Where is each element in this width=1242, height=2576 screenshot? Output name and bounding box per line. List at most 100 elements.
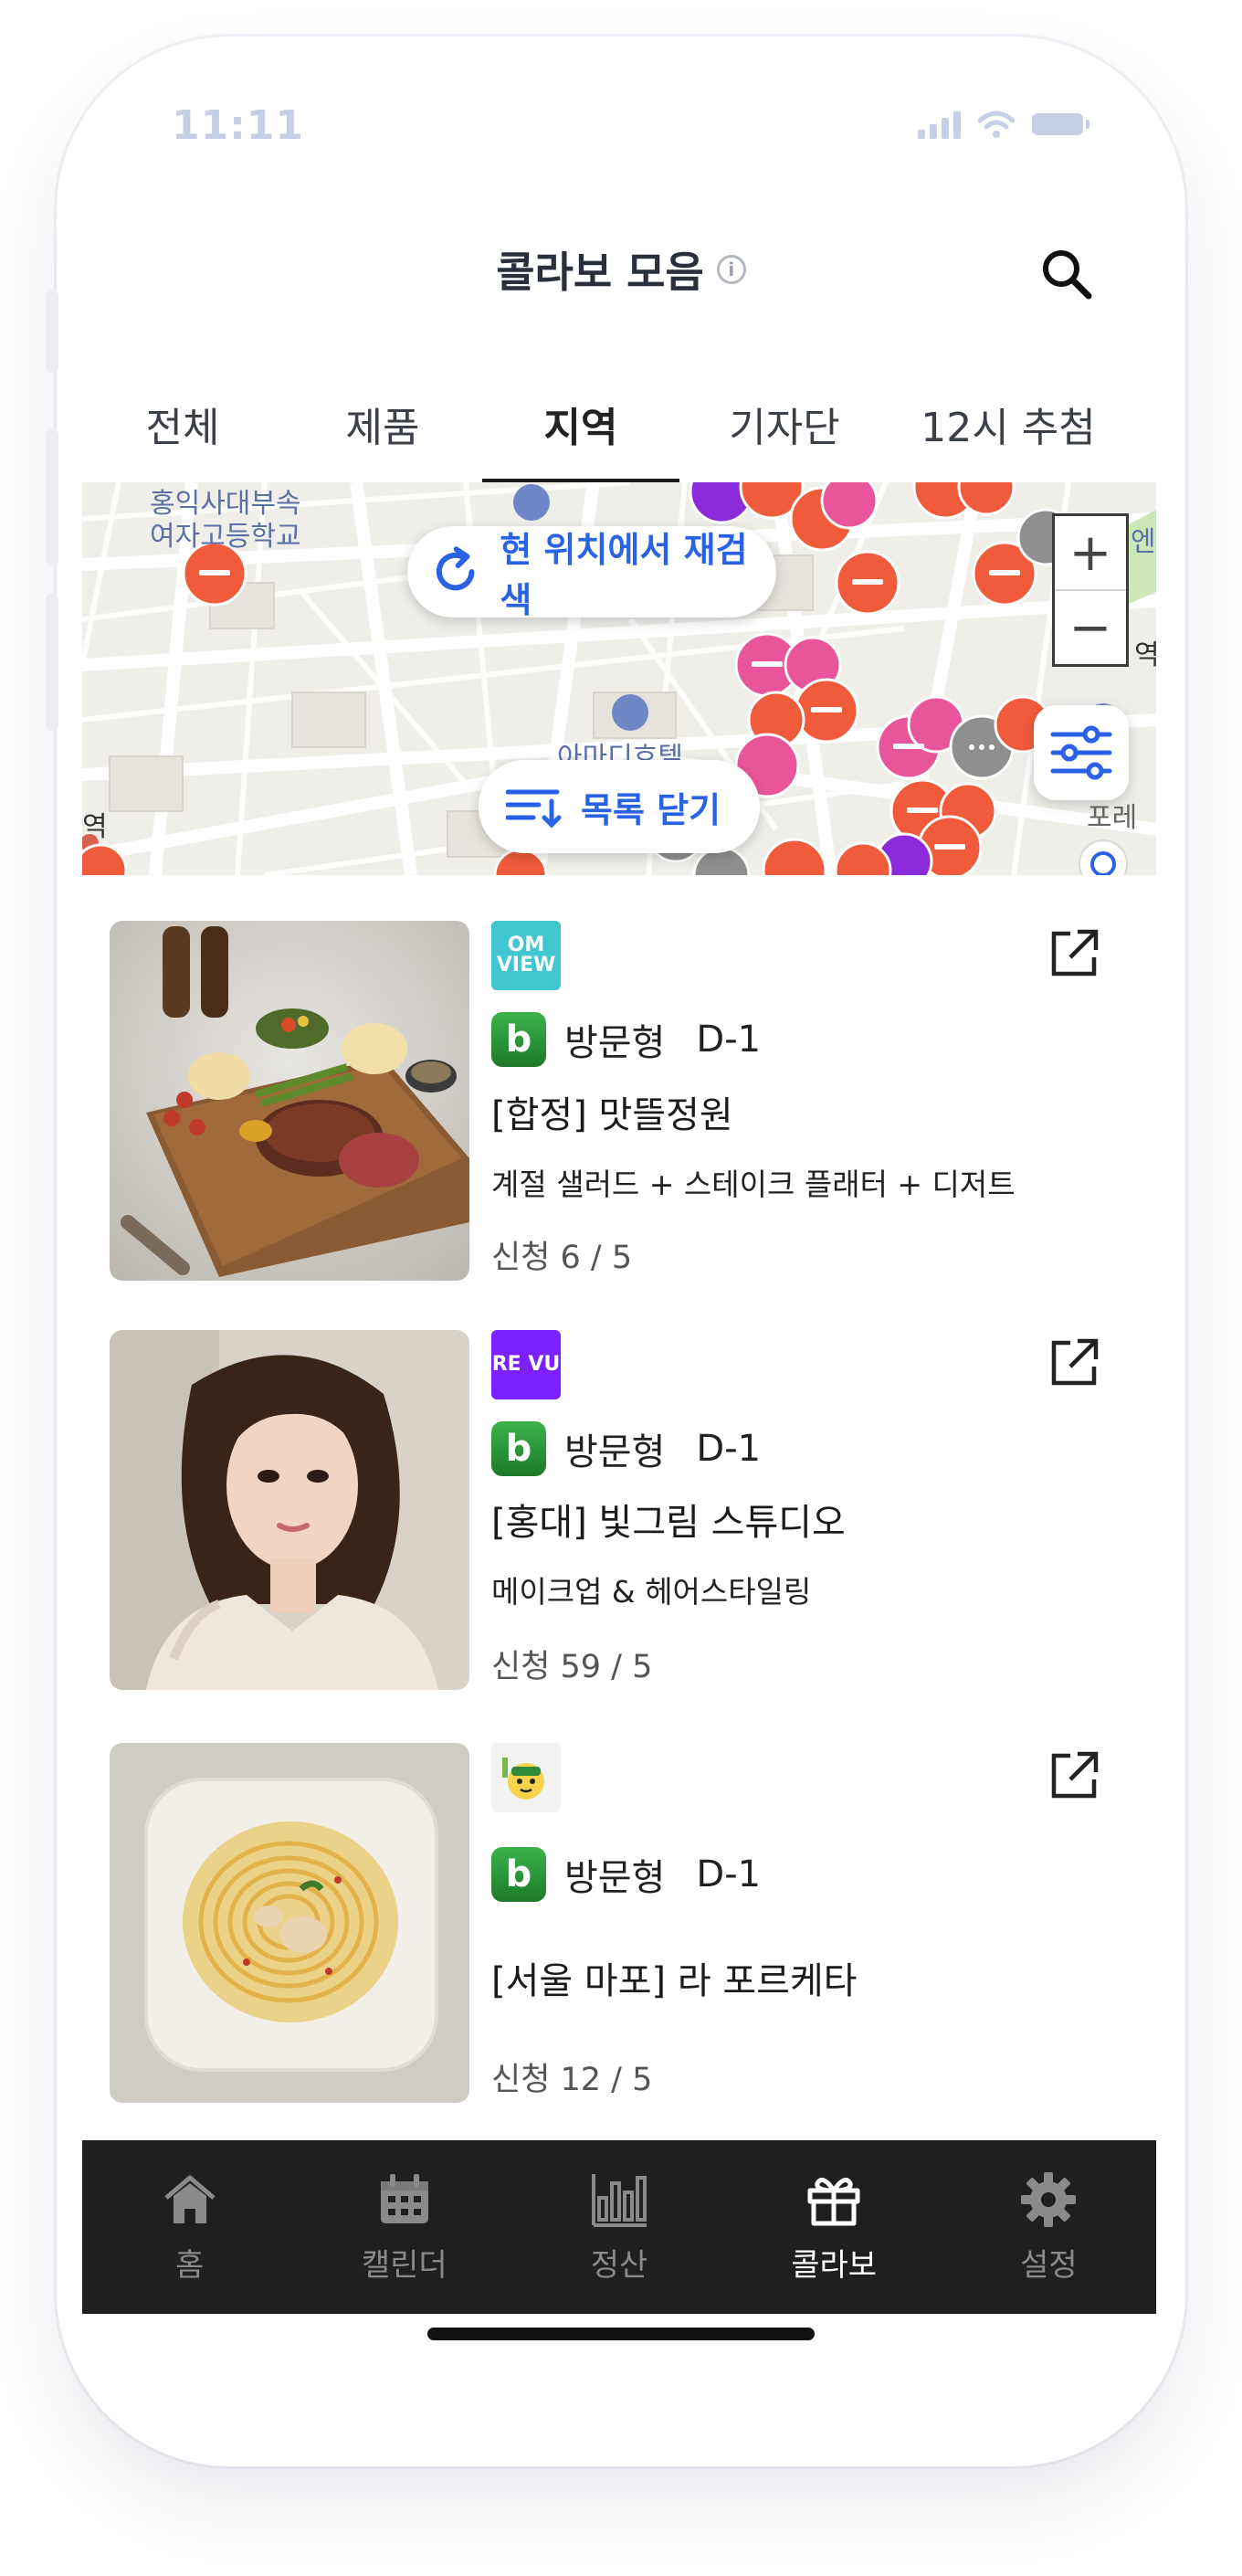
info-icon[interactable]: i: [716, 255, 746, 284]
home-indicator: [427, 2328, 815, 2340]
bar-chart-icon: [591, 2173, 647, 2227]
campaign-description: 메이크업 & 헤어스타일링: [491, 1574, 812, 1610]
campaign-title: [서울 마포] 라 포르케타: [491, 1960, 858, 2002]
apply-count: 신청 12 / 5: [491, 2062, 653, 2098]
campaign-type-row: b 방문형 D-1: [491, 1421, 761, 1476]
side-button: [46, 290, 58, 373]
campaign-thumbnail: [110, 921, 469, 1281]
tab-noon-draw[interactable]: 12시 추첨: [889, 364, 1127, 484]
tab-label: 지역: [543, 405, 618, 451]
campaign-info: b 방문형 D-1 [서울 마포] 라 포르케타 신청 12 / 5: [491, 1743, 1112, 2108]
tab-label: 12시 추첨: [921, 405, 1096, 451]
status-icons: [918, 110, 1089, 139]
blog-badge-icon: b: [491, 1421, 546, 1476]
wifi-icon: [977, 110, 1016, 139]
map-place-label: 홍익사대부속: [150, 488, 301, 520]
bottom-navigation: 홈 캘린더 정산 콜라보 설정: [82, 2140, 1156, 2314]
tab-reporters[interactable]: 기자단: [679, 364, 889, 484]
map-place-label: 여자고등학교: [150, 521, 301, 553]
nav-label: 정산: [590, 2246, 648, 2284]
tab-label: 전체: [145, 405, 220, 451]
campaign-thumbnail: [110, 1743, 469, 2103]
external-link-icon: [1051, 1338, 1099, 1386]
zoom-in-button[interactable]: +: [1055, 516, 1126, 589]
external-link-icon: [1051, 1751, 1099, 1799]
campaign-title: [합정] 맛뜰정원: [491, 1094, 733, 1136]
campaign-type: 방문형: [564, 1857, 666, 1899]
external-link-button[interactable]: [1047, 1748, 1101, 1803]
search-button[interactable]: [1036, 243, 1100, 307]
side-button: [46, 429, 58, 566]
character-logo-icon: [502, 1758, 544, 1800]
gift-icon: [807, 2177, 860, 2225]
apply-count: 신청 59 / 5: [491, 1649, 653, 1685]
tab-region[interactable]: 지역: [482, 364, 679, 486]
home-icon: [163, 2175, 216, 2223]
tab-all[interactable]: 전체: [82, 364, 283, 484]
close-list-button[interactable]: 목록 닫기: [479, 760, 760, 853]
phone-frame: 11:11 콜라보 모음 i 전체 제품 지역 기자단 12시 추첨 홍익사대부…: [57, 37, 1185, 2466]
d-day: D-1: [696, 1019, 762, 1061]
external-link-button[interactable]: [1047, 1336, 1101, 1390]
side-button: [46, 594, 58, 731]
campaign-type: 방문형: [564, 1431, 666, 1473]
campaign-description: 계절 샐러드 + 스테이크 플래터 + 디저트: [491, 1167, 1016, 1202]
search-icon: [1043, 250, 1092, 300]
nav-label: 캘린더: [361, 2246, 447, 2284]
campaign-card[interactable]: b 방문형 D-1 [서울 마포] 라 포르케타 신청 12 / 5: [110, 1743, 1132, 2108]
zoom-out-button[interactable]: −: [1055, 589, 1126, 664]
nav-calendar[interactable]: 캘린더: [313, 2170, 496, 2285]
platform-logo: RE VU: [491, 1330, 561, 1399]
nav-label: 콜라보: [791, 2246, 878, 2284]
status-time: 11:11: [172, 102, 305, 149]
research-here-label: 현 위치에서 재검색: [500, 530, 748, 620]
nav-collab[interactable]: 콜라보: [742, 2170, 925, 2285]
campaign-type-row: b 방문형 D-1: [491, 1012, 761, 1067]
nav-home[interactable]: 홈: [99, 2170, 281, 2285]
battery-icon: [1032, 113, 1089, 135]
external-link-button[interactable]: [1047, 926, 1101, 981]
map-place-label: 엔: [1131, 526, 1156, 558]
blog-badge-icon: b: [491, 1012, 546, 1067]
filter-button[interactable]: [1034, 705, 1129, 800]
campaign-type: 방문형: [564, 1022, 666, 1064]
platform-logo: [491, 1743, 561, 1812]
signal-icon: [918, 110, 961, 139]
nav-label: 홈: [174, 2246, 205, 2284]
tab-product[interactable]: 제품: [283, 364, 482, 484]
research-here-button[interactable]: 현 위치에서 재검색: [407, 526, 776, 620]
category-tabs: 전체 제품 지역 기자단 12시 추첨: [82, 364, 1160, 486]
map-place-label: 역: [82, 811, 108, 843]
platform-logo: OM VIEW: [491, 921, 561, 990]
campaign-info: OM VIEW b 방문형 D-1 [합정] 맛뜰정원 계절 샐러드 + 스테이…: [491, 921, 1112, 1286]
campaign-card[interactable]: OM VIEW b 방문형 D-1 [합정] 맛뜰정원 계절 샐러드 + 스테이…: [110, 921, 1132, 1286]
map-place-label: 포레: [1087, 802, 1138, 834]
map-place-label: 역: [1134, 639, 1156, 671]
apply-count: 신청 6 / 5: [491, 1240, 633, 1276]
campaign-card[interactable]: RE VU b 방문형 D-1 [홍대] 빛그림 스튜디오 메이크업 & 헤어스…: [110, 1330, 1132, 1695]
list-sort-icon: [506, 789, 562, 829]
nav-settings[interactable]: 설정: [957, 2170, 1140, 2285]
campaign-thumbnail: [110, 1330, 469, 1690]
refresh-icon: [436, 546, 475, 591]
map-view[interactable]: 홍익사대부속 여자고등학교 홍 역 엔 아마디호텔 포레 역 현 위치에서 재검…: [82, 482, 1156, 875]
sliders-icon: [1050, 725, 1112, 780]
campaign-type-row: b 방문형 D-1: [491, 1847, 761, 1902]
gear-icon: [1021, 2171, 1077, 2227]
blog-badge-icon: b: [491, 1847, 546, 1902]
campaign-info: RE VU b 방문형 D-1 [홍대] 빛그림 스튜디오 메이크업 & 헤어스…: [491, 1330, 1112, 1695]
d-day: D-1: [696, 1853, 762, 1895]
close-list-label: 목록 닫기: [581, 789, 721, 830]
header: 콜라보 모음 i: [57, 239, 1185, 300]
external-link-icon: [1051, 929, 1099, 977]
nav-label: 설정: [1020, 2246, 1078, 2284]
d-day: D-1: [696, 1428, 762, 1470]
nav-settlement[interactable]: 정산: [528, 2170, 710, 2285]
campaign-list: OM VIEW b 방문형 D-1 [합정] 맛뜰정원 계절 샐러드 + 스테이…: [82, 875, 1156, 2140]
calendar-icon: [380, 2173, 428, 2223]
tab-label: 제품: [345, 405, 420, 451]
page-title: 콜라보 모음 i: [496, 239, 746, 300]
tab-label: 기자단: [729, 405, 840, 451]
zoom-control: + −: [1052, 513, 1129, 667]
campaign-title: [홍대] 빛그림 스튜디오: [491, 1502, 846, 1544]
